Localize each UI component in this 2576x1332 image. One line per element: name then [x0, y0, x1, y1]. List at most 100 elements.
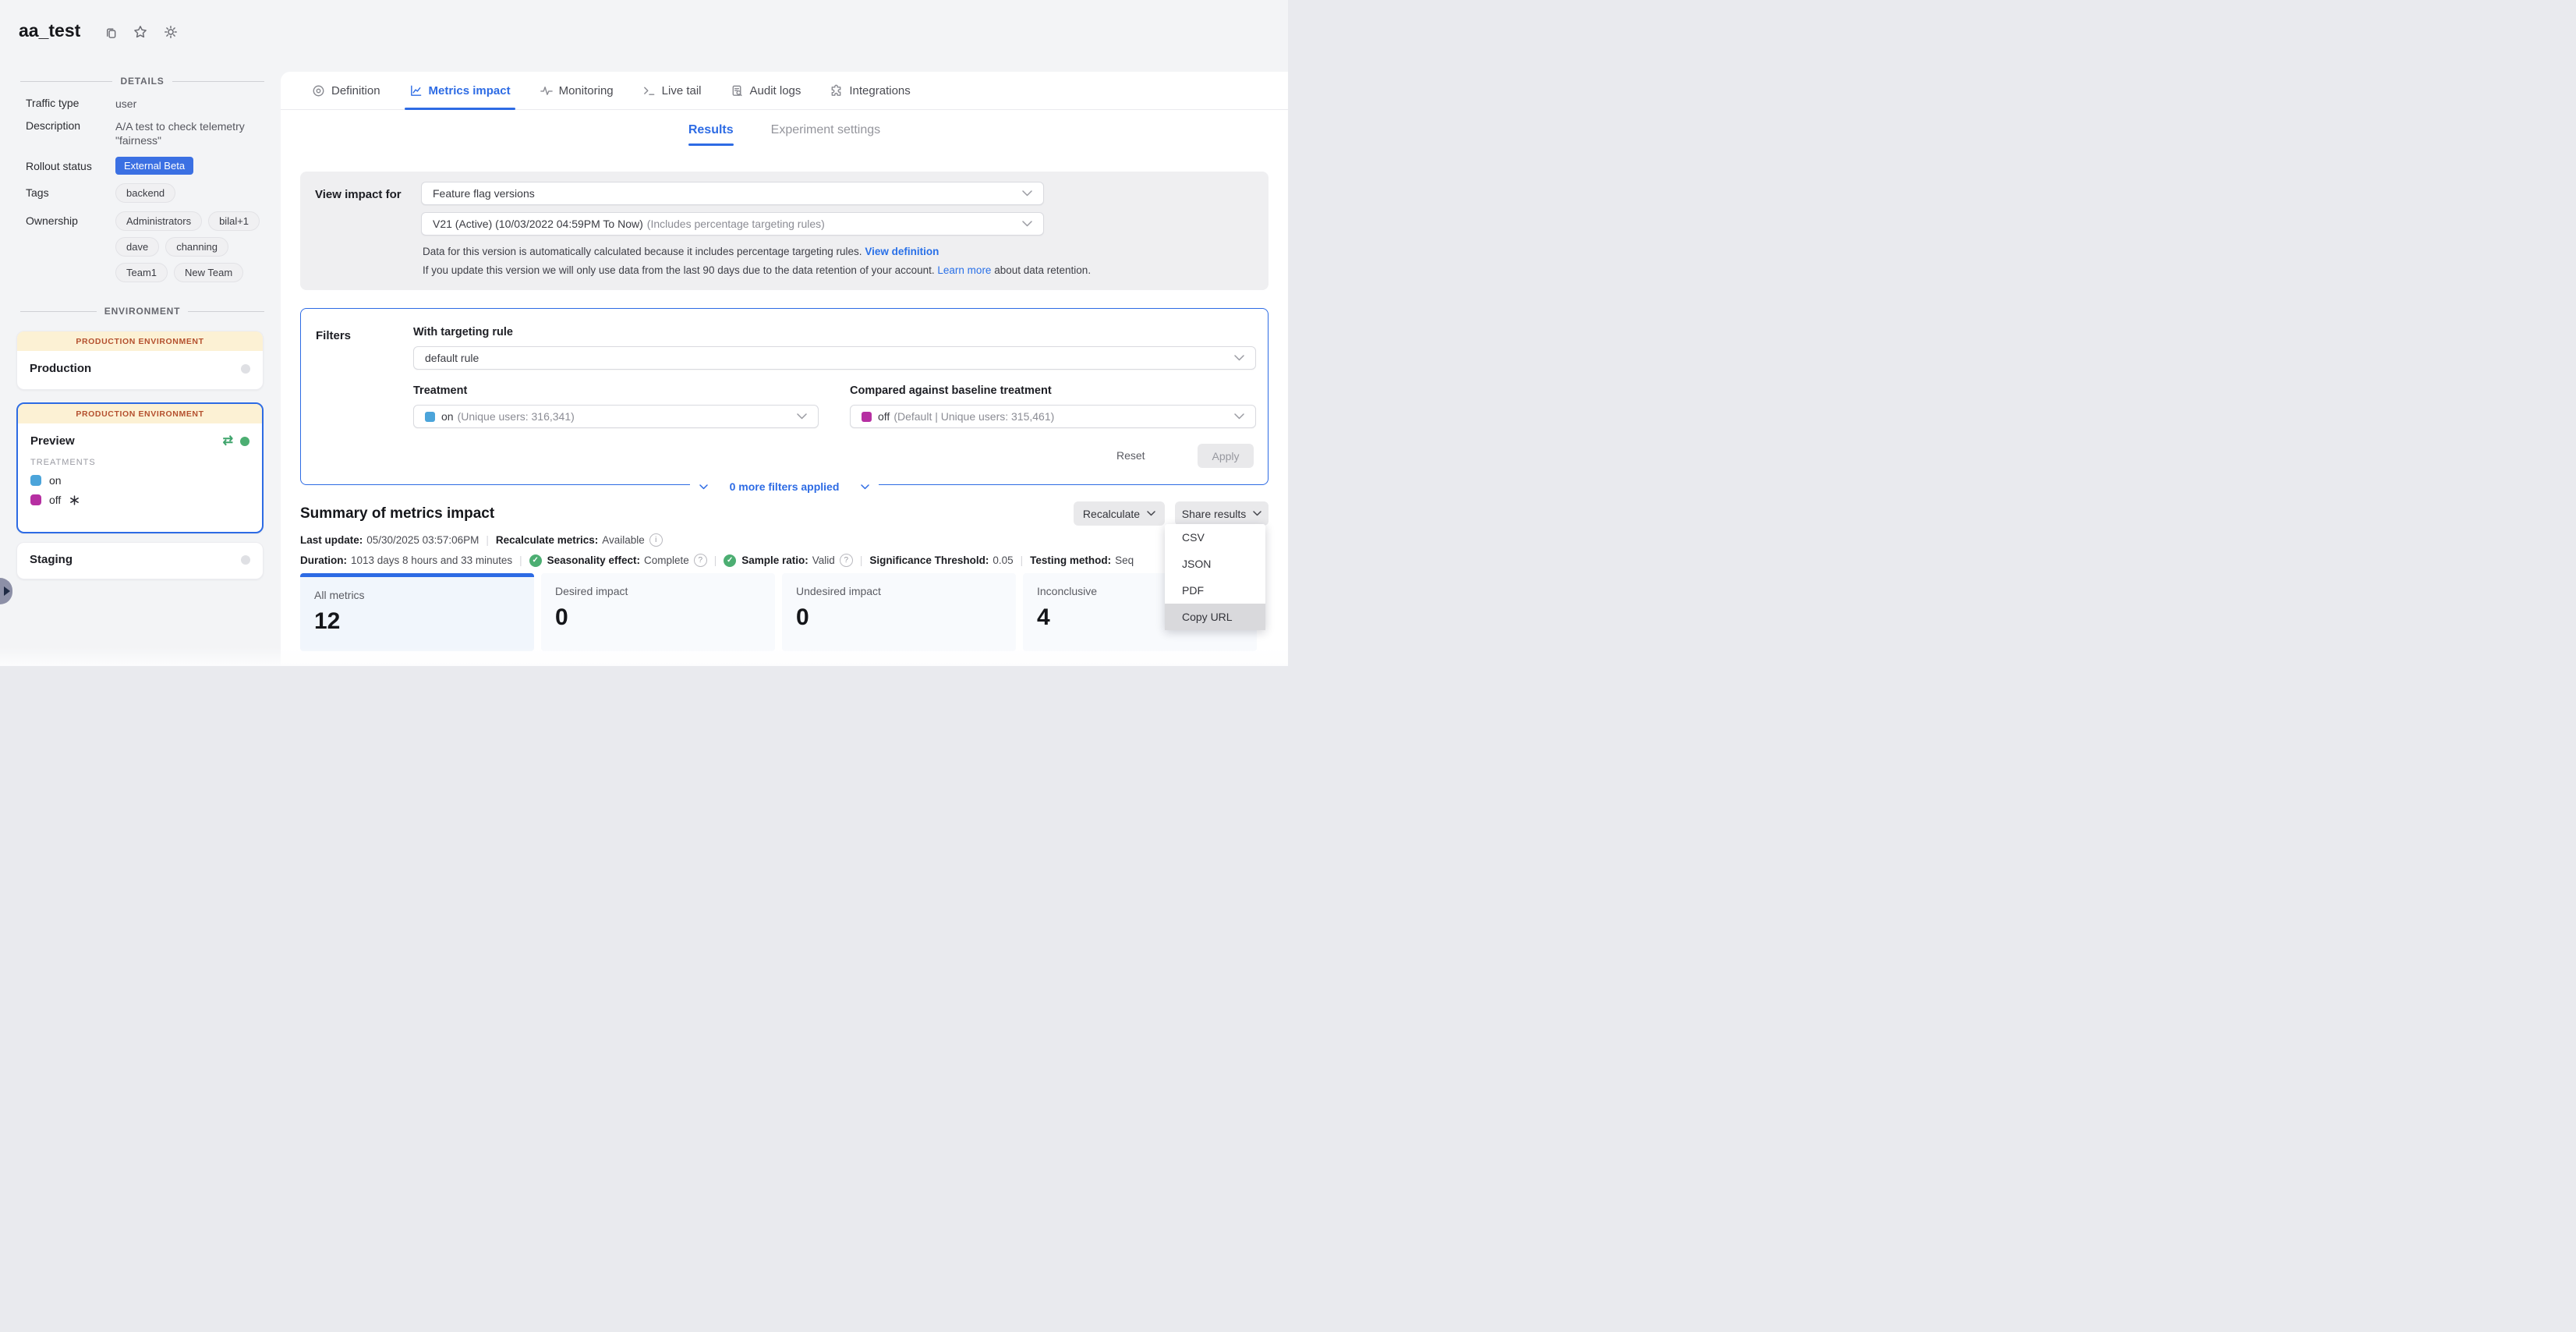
environment-card-preview[interactable]: PRODUCTION ENVIRONMENT Preview ⇄ TREATME… [16, 402, 264, 533]
owner-chip[interactable]: dave [115, 237, 159, 257]
subtab-results[interactable]: Results [688, 123, 734, 146]
sample-ratio-label: Sample ratio: [741, 554, 809, 566]
last-update-row: Last update: 05/30/2025 03:57:06PM | Rec… [300, 533, 663, 547]
menu-item-pdf[interactable]: PDF [1165, 577, 1265, 604]
environment-card-staging[interactable]: Staging [16, 542, 264, 579]
details-section-label: DETAILS [120, 76, 164, 87]
targeting-rule-select[interactable]: default rule [413, 346, 1256, 370]
main-panel: Definition Metrics impact Monitoring Liv… [281, 72, 1288, 666]
last-update-value: 05/30/2025 03:57:06PM [366, 534, 479, 546]
learn-more-link[interactable]: Learn more [937, 264, 991, 276]
share-results-button[interactable]: Share results [1175, 501, 1269, 526]
check-circle-icon: ✓ [724, 554, 736, 567]
chevron-down-icon [1147, 511, 1155, 516]
baseline-select[interactable]: off (Default | Unique users: 315,461) [850, 405, 1256, 428]
rollout-status-badge[interactable]: External Beta [115, 157, 193, 175]
testing-method-value: Seq [1115, 554, 1134, 566]
sidebar-expand-handle[interactable] [0, 578, 12, 604]
tags-label: Tags [26, 183, 115, 203]
treatment-name: off [49, 494, 61, 506]
gear-icon[interactable] [163, 24, 179, 40]
treatment-off-swatch [862, 412, 872, 422]
duration-row: Duration: 1013 days 8 hours and 33 minut… [300, 554, 1134, 567]
metric-cards-row: All metrics 12 Desired impact 0 Undesire… [300, 573, 1257, 651]
tab-label: Audit logs [750, 84, 801, 97]
treatments-label: TREATMENTS [30, 458, 262, 467]
environment-card-production[interactable]: PRODUCTION ENVIRONMENT Production [16, 331, 264, 390]
metric-card-desired-impact[interactable]: Desired impact 0 [541, 573, 775, 651]
title-actions [103, 24, 179, 40]
rollout-status-label: Rollout status [26, 157, 115, 175]
metric-card-all-metrics[interactable]: All metrics 12 [300, 573, 534, 651]
significance-value: 0.05 [993, 554, 1013, 566]
duration-label: Duration: [300, 554, 347, 566]
card-label: Desired impact [555, 585, 775, 597]
menu-item-csv[interactable]: CSV [1165, 524, 1265, 551]
subtab-experiment-settings[interactable]: Experiment settings [771, 123, 881, 146]
details-section-header: DETAILS [20, 76, 264, 87]
version-select[interactable]: V21 (Active) (10/03/2022 04:59PM To Now)… [421, 212, 1044, 236]
divider: | [860, 554, 863, 566]
treatment-select[interactable]: on (Unique users: 316,341) [413, 405, 819, 428]
live-tail-icon [642, 84, 656, 97]
tab-monitoring[interactable]: Monitoring [540, 72, 614, 109]
treatment-off-swatch [30, 494, 41, 505]
tag-chip[interactable]: backend [115, 183, 175, 203]
integrations-icon [830, 84, 843, 97]
description-row: Description A/A test to check telemetry … [26, 119, 264, 147]
menu-item-copy-url[interactable]: Copy URL [1165, 604, 1265, 630]
treatment-name: on [49, 474, 62, 487]
status-dot-gray [241, 364, 250, 374]
chevron-down-icon [1022, 190, 1032, 197]
more-filters-row: 0 more filters applied [301, 480, 1268, 493]
tab-definition[interactable]: Definition [312, 72, 380, 109]
traffic-type-row: Traffic type user [26, 97, 264, 111]
treatment-on-swatch [425, 412, 435, 422]
copy-icon[interactable] [103, 25, 118, 40]
owner-chip[interactable]: Team1 [115, 263, 168, 282]
chevron-down-icon [797, 413, 807, 420]
note-text: If you update this version we will only … [423, 264, 935, 276]
select-value: on [441, 410, 454, 423]
owner-chip[interactable]: New Team [174, 263, 243, 282]
apply-button[interactable]: Apply [1198, 444, 1254, 468]
more-filters-link[interactable]: 0 more filters applied [730, 480, 840, 493]
view-definition-link[interactable]: View definition [865, 246, 939, 257]
metric-card-undesired-impact[interactable]: Undesired impact 0 [782, 573, 1016, 651]
filters-section: Filters With targeting rule default rule… [300, 308, 1269, 485]
star-icon[interactable] [133, 24, 148, 40]
tab-audit-logs[interactable]: Audit logs [731, 72, 801, 109]
page-title: aa_test [19, 20, 80, 41]
card-value: 12 [314, 608, 534, 635]
owner-chip[interactable]: channing [165, 237, 228, 257]
production-environment-banner: PRODUCTION ENVIRONMENT [18, 404, 262, 423]
chevron-down-icon [699, 484, 708, 490]
chevron-down-icon [861, 484, 869, 490]
menu-item-json[interactable]: JSON [1165, 551, 1265, 577]
owner-chip[interactable]: Administrators [115, 211, 202, 231]
arrow-right-icon [4, 586, 10, 596]
description-label: Description [26, 119, 115, 147]
button-label: Share results [1182, 508, 1246, 520]
environment-name: Production [30, 362, 91, 375]
filters-label: Filters [316, 329, 351, 342]
targeting-rule-label: With targeting rule [413, 326, 513, 338]
tab-integrations[interactable]: Integrations [830, 72, 910, 109]
traffic-type-label: Traffic type [26, 97, 115, 111]
summary-title: Summary of metrics impact [300, 505, 494, 523]
impact-type-select[interactable]: Feature flag versions [421, 182, 1044, 205]
rollout-status-row: Rollout status External Beta [26, 157, 264, 175]
tags-row: Tags backend [26, 183, 264, 203]
tab-bar: Definition Metrics impact Monitoring Liv… [281, 72, 1288, 110]
divider: | [519, 554, 522, 566]
recalculate-button[interactable]: Recalculate [1074, 501, 1165, 526]
tab-metrics-impact[interactable]: Metrics impact [409, 72, 511, 109]
view-impact-label: View impact for [315, 188, 402, 201]
button-label: Recalculate [1083, 508, 1140, 520]
reset-button[interactable]: Reset [1116, 449, 1145, 462]
owner-chip[interactable]: bilal+1 [208, 211, 260, 231]
treatment-on-swatch [30, 475, 41, 486]
tab-live-tail[interactable]: Live tail [642, 72, 702, 109]
recalculate-metrics-label: Recalculate metrics: [496, 534, 598, 546]
divider: | [1021, 554, 1024, 566]
